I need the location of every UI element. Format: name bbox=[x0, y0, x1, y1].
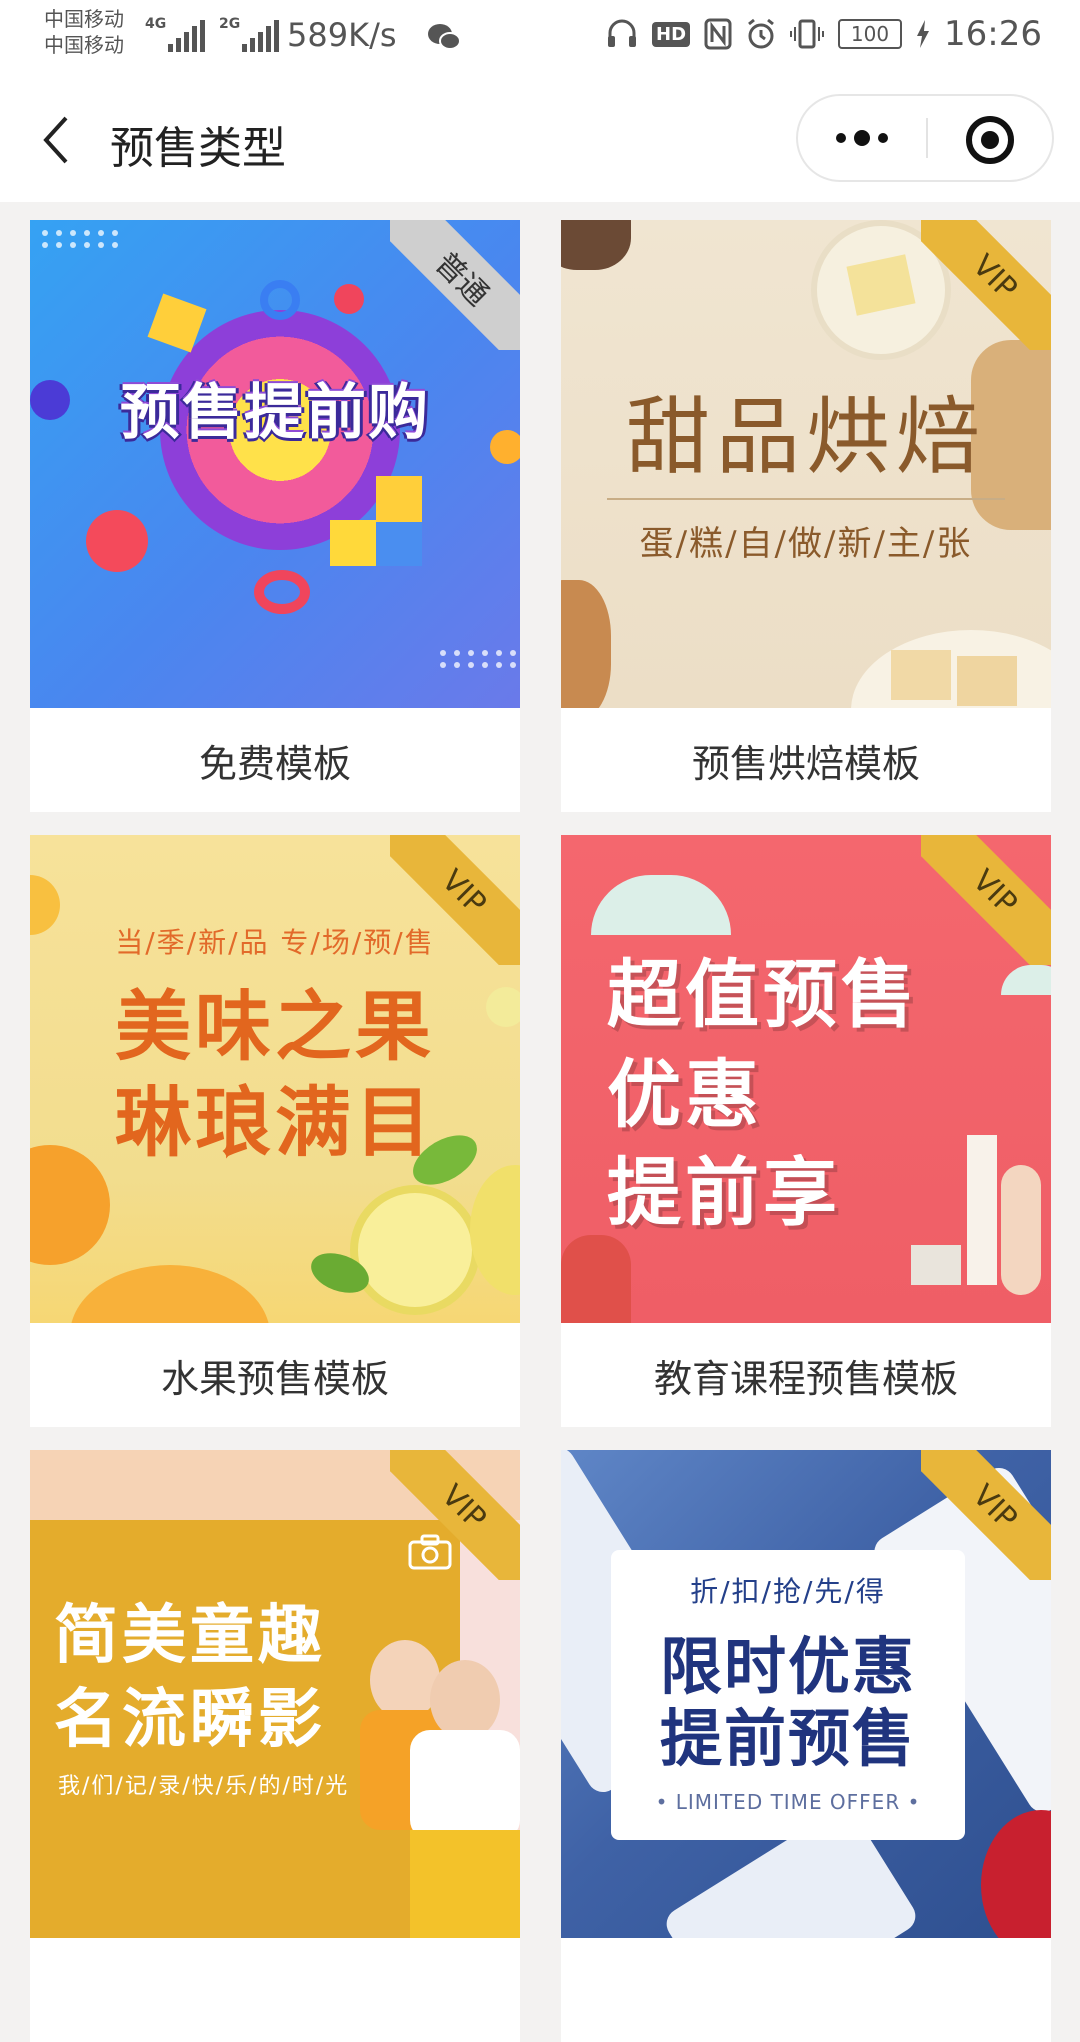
thumbnail-headline-2: 优惠 bbox=[607, 1052, 763, 1138]
thumbnail-headline-2: 琳琅满目 bbox=[115, 1078, 435, 1167]
template-card-free[interactable]: 预售提前购 普通 免费模板 bbox=[30, 220, 520, 812]
hd-badge: HD bbox=[652, 21, 691, 47]
dot-pattern bbox=[42, 230, 120, 248]
thumbnail-subline: 我/们/记/录/快/乐/的/时/光 bbox=[58, 1774, 350, 1799]
ribbon-badge: VIP bbox=[921, 220, 1051, 350]
thumbnail-subline: 蛋/糕/自/做/新/主/张 bbox=[639, 524, 973, 564]
ribbon-badge: 普通 bbox=[390, 220, 520, 350]
template-card-bakery[interactable]: 甜品烘焙 蛋/糕/自/做/新/主/张 VIP 预售烘焙模板 bbox=[561, 220, 1051, 812]
charging-icon bbox=[917, 20, 930, 48]
net-type-1: 4G bbox=[145, 16, 167, 32]
headphones-icon bbox=[608, 19, 636, 47]
ribbon-label: 普通 bbox=[390, 220, 520, 350]
wechat-icon bbox=[428, 24, 461, 50]
alarm-icon bbox=[748, 18, 774, 49]
signal-2g-icon: 2G bbox=[219, 16, 279, 52]
template-caption bbox=[30, 1938, 520, 2042]
template-thumbnail: 简美童趣 名流瞬影 我/们/记/录/快/乐/的/时/光 VIP bbox=[30, 1450, 520, 1938]
page-title: 预售类型 bbox=[110, 123, 286, 174]
thumbnail-tagline: 折/扣/抢/先/得 bbox=[690, 1575, 886, 1608]
thumbnail-headline-2: 名流瞬影 bbox=[54, 1683, 326, 1757]
ribbon-badge: VIP bbox=[390, 1450, 520, 1580]
thumbnail-headline: 甜品烘焙 bbox=[625, 388, 986, 486]
template-card-education[interactable]: 超值预售 优惠 提前享 VIP 教育课程预售模板 bbox=[561, 835, 1051, 1427]
ribbon-label: VIP bbox=[921, 1450, 1051, 1580]
template-caption: 水果预售模板 bbox=[160, 1356, 389, 1401]
status-icons: HD 100 16:26 bbox=[606, 14, 1042, 54]
template-thumbnail: 当/季/新/品 专/场/预/售 美味之果 琳琅满目 VIP bbox=[30, 835, 520, 1323]
ribbon-label: VIP bbox=[921, 220, 1051, 350]
miniprogram-capsule bbox=[796, 94, 1054, 182]
template-card-fruit[interactable]: 当/季/新/品 专/场/预/售 美味之果 琳琅满目 VIP 水果预售模板 bbox=[30, 835, 520, 1427]
carrier-1: 中国移动 bbox=[44, 7, 124, 31]
divider bbox=[607, 498, 1005, 500]
template-caption bbox=[561, 1938, 1051, 2042]
template-caption: 教育课程预售模板 bbox=[653, 1356, 958, 1401]
vibrate-icon bbox=[790, 19, 825, 49]
template-caption: 免费模板 bbox=[198, 741, 351, 786]
template-thumbnail: 超值预售 优惠 提前享 VIP bbox=[561, 835, 1051, 1323]
clock: 16:26 bbox=[944, 14, 1042, 54]
thumbnail-headline: 预售提前购 bbox=[120, 377, 430, 448]
template-card-limited-offer[interactable]: 折/扣/抢/先/得 限时优惠 提前预售 • LIMITED TIME OFFER… bbox=[561, 1450, 1051, 2042]
offer-box: 折/扣/抢/先/得 限时优惠 提前预售 • LIMITED TIME OFFER… bbox=[611, 1550, 965, 1840]
ribbon-label: VIP bbox=[390, 1450, 520, 1580]
network-signals: 4G 2G bbox=[145, 16, 279, 52]
close-miniprogram-button[interactable] bbox=[966, 116, 1014, 164]
network-speed: 589K/s bbox=[287, 16, 397, 54]
signal-4g-icon: 4G bbox=[145, 16, 205, 52]
net-type-2: 2G bbox=[219, 16, 241, 32]
thumbnail-headline: 超值预售 bbox=[607, 952, 919, 1038]
ribbon-badge: VIP bbox=[921, 835, 1051, 965]
carrier-2: 中国移动 bbox=[44, 33, 124, 57]
ribbon-label: VIP bbox=[921, 835, 1051, 965]
dot-pattern bbox=[440, 650, 518, 668]
ribbon-badge: VIP bbox=[390, 835, 520, 965]
ribbon-badge: VIP bbox=[921, 1450, 1051, 1580]
nfc-icon bbox=[704, 18, 732, 50]
thumbnail-headline-2: 提前预售 bbox=[659, 1702, 916, 1775]
status-bar: 中国移动 中国移动 4G 2G 589K/s HD 100 16:26 bbox=[0, 0, 1080, 78]
carrier-labels: 中国移动 中国移动 bbox=[44, 6, 124, 58]
thumbnail-headline: 简美童趣 bbox=[54, 1599, 326, 1673]
template-card-kids-photo[interactable]: 简美童趣 名流瞬影 我/们/记/录/快/乐/的/时/光 VIP bbox=[30, 1450, 520, 2042]
thumbnail-english-line: • LIMITED TIME OFFER • bbox=[655, 1790, 921, 1814]
template-caption: 预售烘焙模板 bbox=[691, 741, 920, 786]
navigation-bar: 预售类型 bbox=[0, 78, 1080, 202]
thumbnail-headline-3: 提前享 bbox=[607, 1150, 841, 1236]
battery-icon: 100 bbox=[838, 19, 903, 49]
template-thumbnail: 甜品烘焙 蛋/糕/自/做/新/主/张 VIP bbox=[561, 220, 1051, 708]
capsule-divider bbox=[926, 118, 928, 158]
back-arrow-icon[interactable] bbox=[36, 110, 76, 170]
ribbon-label: VIP bbox=[390, 835, 520, 965]
more-options-button[interactable] bbox=[798, 96, 926, 180]
thumbnail-headline: 美味之果 bbox=[115, 982, 435, 1071]
template-thumbnail: 折/扣/抢/先/得 限时优惠 提前预售 • LIMITED TIME OFFER… bbox=[561, 1450, 1051, 1938]
template-thumbnail: 预售提前购 普通 bbox=[30, 220, 520, 708]
